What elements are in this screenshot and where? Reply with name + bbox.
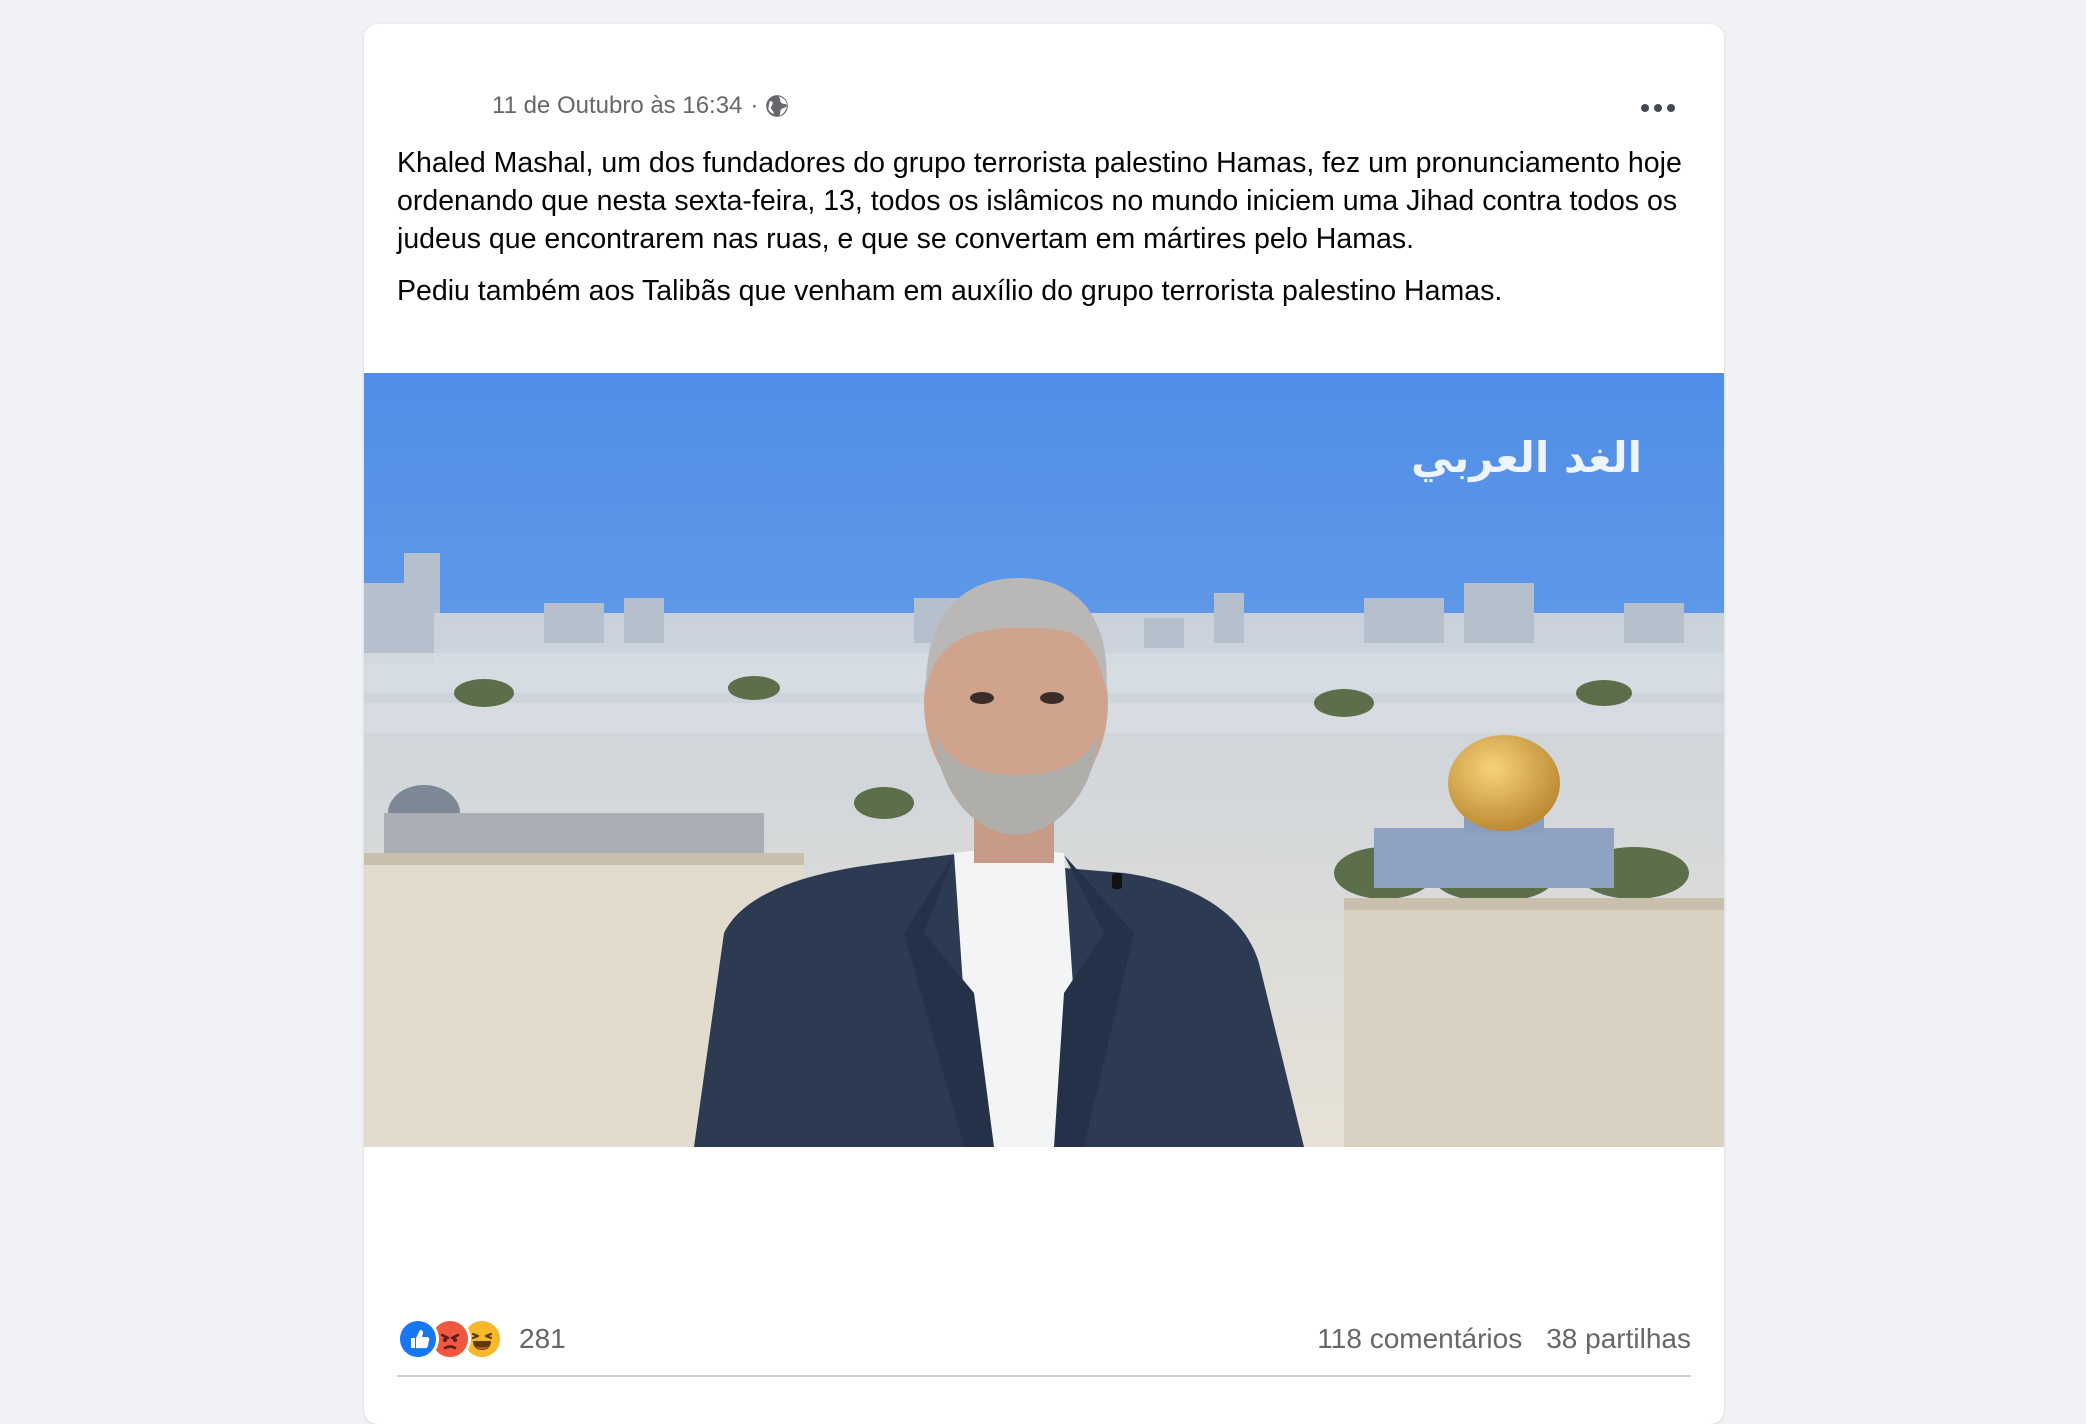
post-card: 11 de Outubro às 16:34 · Khaled Mashal, … [364, 24, 1724, 1424]
divider [397, 1375, 1691, 1377]
reaction-count[interactable]: 281 [519, 1323, 566, 1355]
post-paragraph: Pediu também aos Talibãs que venham em a… [397, 275, 1503, 307]
comments-count-link[interactable]: 118 comentários [1317, 1323, 1522, 1355]
video-frame [364, 373, 1724, 1147]
meta-separator: · [750, 92, 759, 119]
reactions-bar: 281 118 comentários 38 partilhas [397, 1314, 1691, 1364]
post-video[interactable]: الغد العربي [364, 373, 1724, 1147]
shares-count-link[interactable]: 38 partilhas [1546, 1323, 1691, 1355]
more-options-icon [1641, 104, 1675, 112]
more-options-button[interactable] [1632, 82, 1684, 134]
post-stats: 118 comentários 38 partilhas [1317, 1323, 1691, 1355]
reaction-icons[interactable] [397, 1318, 503, 1360]
post-timestamp[interactable]: 11 de Outubro às 16:34 [492, 92, 742, 120]
post-meta: 11 de Outubro às 16:34 · [492, 92, 790, 120]
channel-logo: الغد العربي [1410, 433, 1642, 482]
post-paragraph: Khaled Mashal, um dos fundadores do grup… [397, 147, 1682, 255]
like-icon [397, 1318, 439, 1360]
globe-icon[interactable] [764, 93, 790, 119]
post-text: Khaled Mashal, um dos fundadores do grup… [397, 144, 1697, 324]
post-header: 11 de Outubro às 16:34 · [364, 24, 1724, 154]
